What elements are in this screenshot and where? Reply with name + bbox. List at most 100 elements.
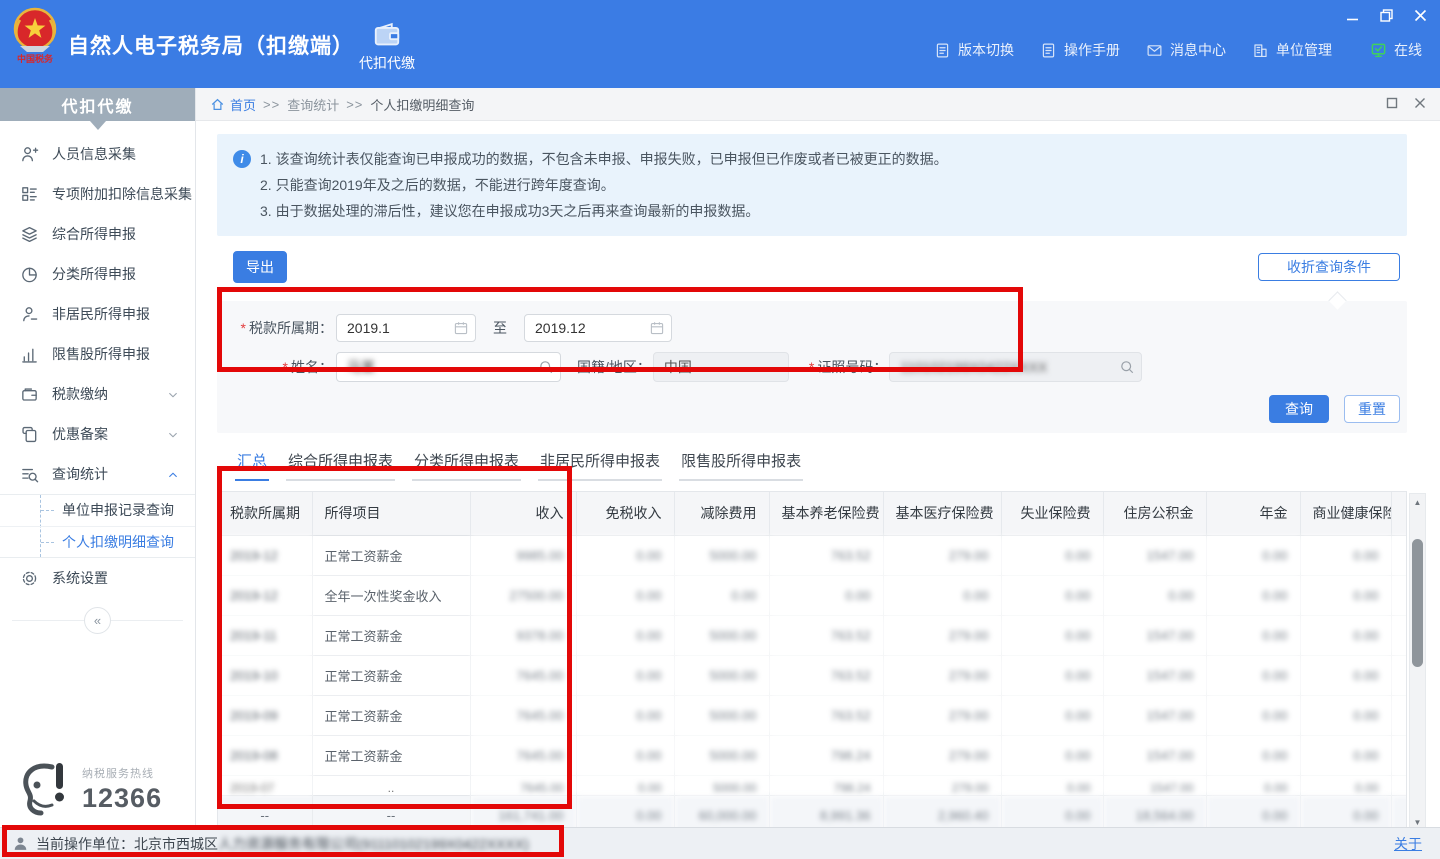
sidebar-item-query-statistics[interactable]: 查询统计 (0, 454, 195, 494)
header-menu: 版本切换 操作手册 消息中心 单位管理 在线 (934, 40, 1422, 60)
minimize-button[interactable] (1342, 6, 1362, 24)
manual-button[interactable]: 操作手册 (1040, 40, 1120, 60)
online-status[interactable]: 在线 (1370, 40, 1422, 60)
cell-amount: 0.00 (1300, 795, 1391, 831)
unit-management-button[interactable]: 单位管理 (1252, 40, 1332, 60)
sidebar-submenu-query-statistics: 单位申报记录查询个人扣缴明细查询 (0, 494, 195, 558)
sidebar-item-label: 限售股所得申报 (52, 344, 150, 364)
sidebar-item-special-deduction[interactable]: 专项附加扣除信息采集 (0, 174, 195, 214)
scroll-up-arrow[interactable]: ▲ (1410, 494, 1425, 510)
sidebar-item-nonresident-income[interactable]: 非居民所得申报 (0, 294, 195, 334)
person-add-icon (20, 145, 39, 164)
cell-amount: 0.00 (576, 575, 674, 615)
sidebar-item-comprehensive-income[interactable]: 综合所得申报 (0, 214, 195, 254)
cell-period: 2019-12 (218, 535, 312, 575)
cell-amount: 279.00 (883, 775, 1001, 795)
sidebar-collapse-button[interactable]: « (84, 607, 111, 634)
tab-restricted[interactable]: 限售股所得申报表 (679, 446, 803, 481)
column-header: 免税收入 (576, 492, 674, 535)
cell-amount: 0.00 (1300, 695, 1391, 735)
sidebar-item-label: 专项附加扣除信息采集 (52, 184, 192, 204)
column-header: 所得项目 (312, 492, 470, 535)
table-row-data: 2019-11正常工资薪金9378.000.005000.00763.52279… (218, 615, 1407, 655)
id-number-input[interactable]: 110102199X0422XXXX (889, 352, 1142, 382)
cell-income-item: 正常工资薪金 (312, 535, 470, 575)
cell-amount: 0.00 (1206, 795, 1300, 831)
cell-amount: 763.52 (769, 655, 883, 695)
sidebar-item-label: 税款缴纳 (52, 384, 108, 404)
sidebar-item-classified-income[interactable]: 分类所得申报 (0, 254, 195, 294)
reset-button[interactable]: 重置 (1344, 395, 1400, 423)
column-header: 基本养老保险费 (769, 492, 883, 535)
table-row-data: 2019-12全年一次性奖金收入27500.000.000.000.000.00… (218, 575, 1407, 615)
close-button[interactable] (1410, 6, 1430, 24)
current-unit-blurred: 人力资源服务有限公司(91110102199X0422XXXX) (218, 834, 529, 854)
panel-close-button[interactable] (1414, 97, 1426, 112)
sidebar-subitem-unit-report-query[interactable]: 单位申报记录查询 (0, 495, 195, 526)
nationality-label: 国籍/地区： (577, 357, 651, 377)
name-input[interactable]: 马某 (336, 352, 561, 382)
chevron-down-icon (167, 388, 179, 400)
vertical-scrollbar[interactable]: ▲ ▼ (1409, 493, 1426, 831)
doc-icon (934, 42, 951, 59)
cell-period: -- (218, 795, 312, 831)
table-row-data: 2019-09正常工资薪金7645.000.005000.00763.52279… (218, 695, 1407, 735)
sidebar-subitem-personal-withholding-query[interactable]: 个人扣缴明细查询 (0, 526, 195, 557)
search-icon[interactable] (538, 359, 554, 375)
message-center-button[interactable]: 消息中心 (1146, 40, 1226, 60)
result-table-wrapper: 税款所属期所得项目收入免税收入减除费用基本养老保险费基本医疗保险费失业保险费住房… (217, 491, 1407, 831)
cell-amount: 0.00 (576, 795, 674, 831)
cell-amount: 7645.00 (470, 655, 576, 695)
tab-classified[interactable]: 分类所得申报表 (412, 446, 521, 481)
calendar-icon[interactable] (453, 320, 469, 336)
panel-notch (1328, 291, 1346, 309)
mail-icon (1146, 42, 1163, 59)
cell-amount: 0.00 (1206, 615, 1300, 655)
query-button[interactable]: 查询 (1269, 395, 1329, 423)
panel-maximize-button[interactable] (1386, 97, 1398, 112)
sidebar-item-label: 人员信息采集 (52, 144, 136, 164)
sidebar-header: 代扣代缴 (0, 88, 195, 121)
cell-amount: 60,000.00 (674, 795, 769, 831)
breadcrumb-home[interactable]: 首页 (230, 95, 256, 114)
notice-line-3: 3. 由于数据处理的滞后性，建议您在申报成功3天之后再来查询最新的申报数据。 (233, 198, 1389, 224)
sidebar-item-tax-payment[interactable]: 税款缴纳 (0, 374, 195, 414)
collapse-conditions-button[interactable]: 收折查询条件 (1258, 253, 1400, 281)
cell-amount: 0.00 (1391, 695, 1407, 735)
table-row-data: 2019-10正常工资薪金7645.000.005000.00763.52279… (218, 655, 1407, 695)
sidebar-item-system-settings[interactable]: 系统设置 (0, 558, 195, 598)
sidebar-menu: 人员信息采集专项附加扣除信息采集综合所得申报分类所得申报非居民所得申报限售股所得… (0, 134, 195, 598)
breadcrumb: 首页 >> 查询统计 >> 个人扣缴明细查询 (196, 88, 1440, 121)
sidebar-item-restricted-shares[interactable]: 限售股所得申报 (0, 334, 195, 374)
header-tab-withholding[interactable]: 代扣代缴 (344, 12, 430, 82)
tab-comprehensive[interactable]: 综合所得申报表 (286, 446, 395, 481)
restore-button[interactable] (1376, 6, 1396, 24)
export-button[interactable]: 导出 (233, 251, 287, 283)
period-to-input[interactable]: 2019.12 (524, 314, 672, 342)
cell-income-item: -- (312, 795, 470, 831)
vertical-scroll-thumb[interactable] (1412, 539, 1423, 667)
tab-summary[interactable]: 汇总 (235, 446, 269, 481)
about-link[interactable]: 关于 (1394, 834, 1422, 854)
cell-income-item: 正常工资薪金 (312, 655, 470, 695)
sidebar-item-preference-filing[interactable]: 优惠备案 (0, 414, 195, 454)
query-row-period: 税款所属期： 2019.1 至 2019.12 (217, 314, 672, 342)
cell-period: 2019-09 (218, 695, 312, 735)
cell-period: 2019-11 (218, 615, 312, 655)
tab-nonresident[interactable]: 非居民所得申报表 (538, 446, 662, 481)
calendar-icon[interactable] (649, 320, 665, 336)
period-from-input[interactable]: 2019.1 (336, 314, 476, 342)
search-icon[interactable] (1119, 359, 1135, 375)
status-bar: 当前操作单位：北京市西城区人力资源服务有限公司(91110102199X0422… (0, 827, 1440, 859)
sidebar-item-person-info[interactable]: 人员信息采集 (0, 134, 195, 174)
content: i 1. 该查询统计表仅能查询已申报成功的数据，不包含未申报、申报失败，已申报但… (217, 134, 1407, 849)
sidebar-item-label: 分类所得申报 (52, 264, 136, 284)
name-value: 马某 (347, 357, 375, 377)
cell-amount: 7645.00 (470, 775, 576, 795)
notice-line-1: 1. 该查询统计表仅能查询已申报成功的数据，不包含未申报、申报失败，已申报但已作… (233, 146, 1389, 172)
cell-period: 2019-07 (218, 775, 312, 795)
version-switch-button[interactable]: 版本切换 (934, 40, 1014, 60)
cell-amount: 0.00 (1001, 655, 1103, 695)
cell-amount: 279.00 (883, 535, 1001, 575)
cell-amount: 5000.00 (674, 775, 769, 795)
